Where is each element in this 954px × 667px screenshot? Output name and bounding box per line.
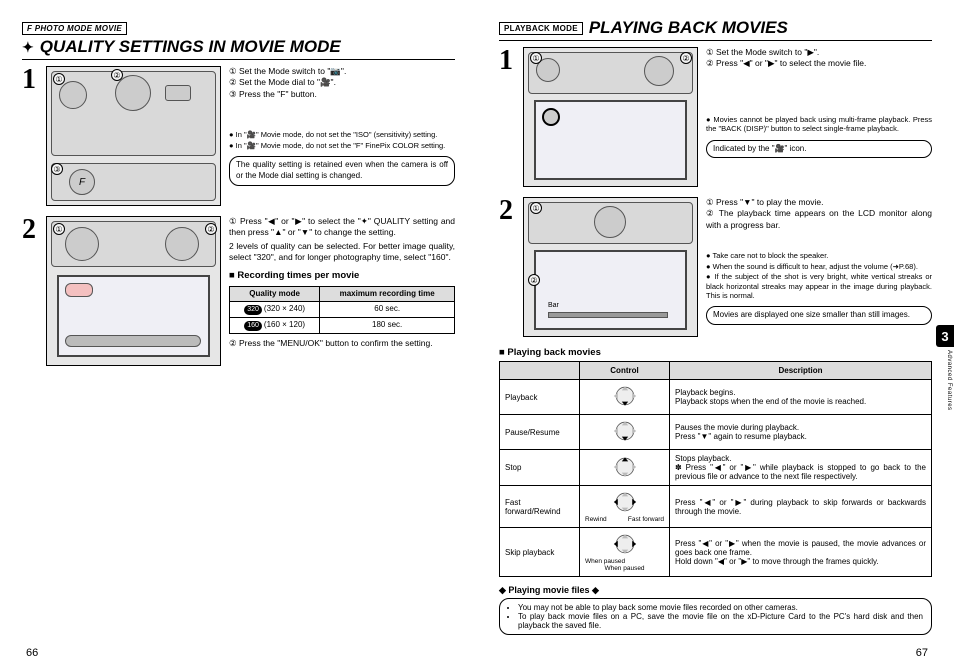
table-header: Description xyxy=(670,362,932,380)
page-title-left-text: QUALITY SETTINGS IN MOVIE MODE xyxy=(40,37,341,57)
note-line: ● Movies cannot be played back using mul… xyxy=(706,115,932,134)
ctrl-row-desc: Press "◀" or "▶" when the movie is pause… xyxy=(670,528,932,577)
chapter-tab: 3 xyxy=(936,325,954,347)
table-header xyxy=(500,362,580,380)
table-row: 160(160 × 120) 180 sec. xyxy=(230,318,455,334)
table-row: 320(320 × 240) 60 sec. xyxy=(230,302,455,318)
quality-icon: ✦ xyxy=(22,39,34,56)
instr-line: ① Set the Mode switch to "▶". xyxy=(706,47,932,58)
note-box: The quality setting is retained even whe… xyxy=(229,156,455,186)
files-item: You may not be able to play back some mo… xyxy=(518,603,923,612)
files-box: You may not be able to play back some mo… xyxy=(499,598,932,635)
ctrl-row-name: Skip playback xyxy=(500,528,580,577)
diagram-right-1: ① ② xyxy=(523,47,698,187)
note-line: ● Take care not to block the speaker. xyxy=(706,251,932,260)
step-number: 1 xyxy=(499,47,515,187)
ctrl-row-desc: Stops playback. ✽ Press "◀" or "▶" while… xyxy=(670,450,932,486)
step-text-right-1: ① Set the Mode switch to "▶". ② Press "◀… xyxy=(706,47,932,187)
table-row: Skip playback When paused When paused Pr… xyxy=(500,528,932,577)
note-line: ● When the sound is difficult to hear, a… xyxy=(706,262,932,271)
diagram-left-2: ① ② xyxy=(46,216,221,366)
files-title: ◆ Playing movie files ◆ xyxy=(499,585,932,596)
ctrl-row-name: Playback xyxy=(500,380,580,415)
instr-line: ② Press "◀" or "▶" to select the movie f… xyxy=(706,58,932,69)
ctrl-row-name: Stop xyxy=(500,450,580,486)
table-row: Playback Playback begins. Playback stops… xyxy=(500,380,932,415)
ctrl-row-icon: RewindFast forward xyxy=(580,486,670,528)
instr-line: ② The playback time appears on the LCD m… xyxy=(706,208,932,231)
ctrl-row-icon xyxy=(580,415,670,450)
instr-line: ③ Press the "F" button. xyxy=(229,89,455,100)
mode-badge-left: F PHOTO MODE MOVIE xyxy=(22,22,127,35)
diagram-left-1: ① ② F ③ xyxy=(46,66,221,206)
page-title-left: ✦ QUALITY SETTINGS IN MOVIE MODE xyxy=(22,37,455,60)
step-number: 2 xyxy=(499,197,515,337)
ctrl-row-icon xyxy=(580,380,670,415)
recording-table: Quality mode maximum recording time 320(… xyxy=(229,286,455,334)
note-line: ● If the subject of the shot is very bri… xyxy=(706,272,932,300)
step-text-left-2: ① Press "◀" or "▶" to select the "✦" QUA… xyxy=(229,216,455,366)
right-step-2: 2 ① ② Bar ① Press "▼" to play the movie.… xyxy=(499,197,932,337)
page-number-right: 67 xyxy=(916,647,928,659)
instr-line: ① Press "▼" to play the movie. xyxy=(706,197,932,208)
table-header: Control xyxy=(580,362,670,380)
files-item: To play back movie files on a PC, save t… xyxy=(518,612,923,630)
left-step-2: 2 ① ② ① Press "◀" or "▶" to select the "… xyxy=(22,216,455,366)
instr-line: 2 levels of quality can be selected. For… xyxy=(229,241,455,264)
note-line: ● In "🎥" Movie mode, do not set the "ISO… xyxy=(229,130,455,139)
ctrl-row-desc: Playback begins. Playback stops when the… xyxy=(670,380,932,415)
diagram-right-2: ① ② Bar xyxy=(523,197,698,337)
page-title-right: PLAYBACK MODE PLAYING BACK MOVIES xyxy=(499,18,932,41)
mode-badge-right: PLAYBACK MODE xyxy=(499,22,583,35)
left-step-1: 1 ① ② F ③ ① Set the Mode switch to "📷". … xyxy=(22,66,455,206)
note-line: ● In "🎥" Movie mode, do not set the "F" … xyxy=(229,141,455,150)
chapter-label: Advanced Features xyxy=(946,350,952,411)
table-row: Stop Stops playback. ✽ Press "◀" or "▶" … xyxy=(500,450,932,486)
instr-line: ② Press the "MENU/OK" button to confirm … xyxy=(229,338,455,349)
control-table: Control Description Playback Playback be… xyxy=(499,361,932,577)
ctrl-row-name: Pause/Resume xyxy=(500,415,580,450)
ctrl-row-name: Fast forward/Rewind xyxy=(500,486,580,528)
instr-line: ① Set the Mode switch to "📷". xyxy=(229,66,455,77)
right-step-1: 1 ① ② ① Set the Mode switch to "▶". ② Pr… xyxy=(499,47,932,187)
page-left: F PHOTO MODE MOVIE ✦ QUALITY SETTINGS IN… xyxy=(0,0,477,667)
table-row: Fast forward/Rewind RewindFast forward P… xyxy=(500,486,932,528)
note-box: Movies are displayed one size smaller th… xyxy=(706,306,932,325)
page-number-left: 66 xyxy=(26,647,38,659)
instr-line: ② Set the Mode dial to "🎥". xyxy=(229,77,455,88)
step-number: 1 xyxy=(22,66,38,206)
step-number: 2 xyxy=(22,216,38,366)
ctrl-row-icon xyxy=(580,450,670,486)
step-text-right-2: ① Press "▼" to play the movie. ② The pla… xyxy=(706,197,932,337)
page-title-right-text: PLAYING BACK MOVIES xyxy=(589,18,788,38)
ctrl-row-desc: Press "◀" or "▶" during playback to skip… xyxy=(670,486,932,528)
note-box: Indicated by the "🎥" icon. xyxy=(706,140,932,159)
recording-table-title: Recording times per movie xyxy=(229,270,455,283)
step-text-left-1: ① Set the Mode switch to "📷". ② Set the … xyxy=(229,66,455,206)
table-header: Quality mode xyxy=(230,286,320,302)
control-table-title: Playing back movies xyxy=(499,347,932,358)
ctrl-row-icon: When paused When paused xyxy=(580,528,670,577)
page-right: PLAYBACK MODE PLAYING BACK MOVIES 1 ① ② … xyxy=(477,0,954,667)
instr-line: ① Press "◀" or "▶" to select the "✦" QUA… xyxy=(229,216,455,239)
table-header: maximum recording time xyxy=(320,286,455,302)
table-row: Pause/Resume Pauses the movie during pla… xyxy=(500,415,932,450)
ctrl-row-desc: Pauses the movie during playback. Press … xyxy=(670,415,932,450)
